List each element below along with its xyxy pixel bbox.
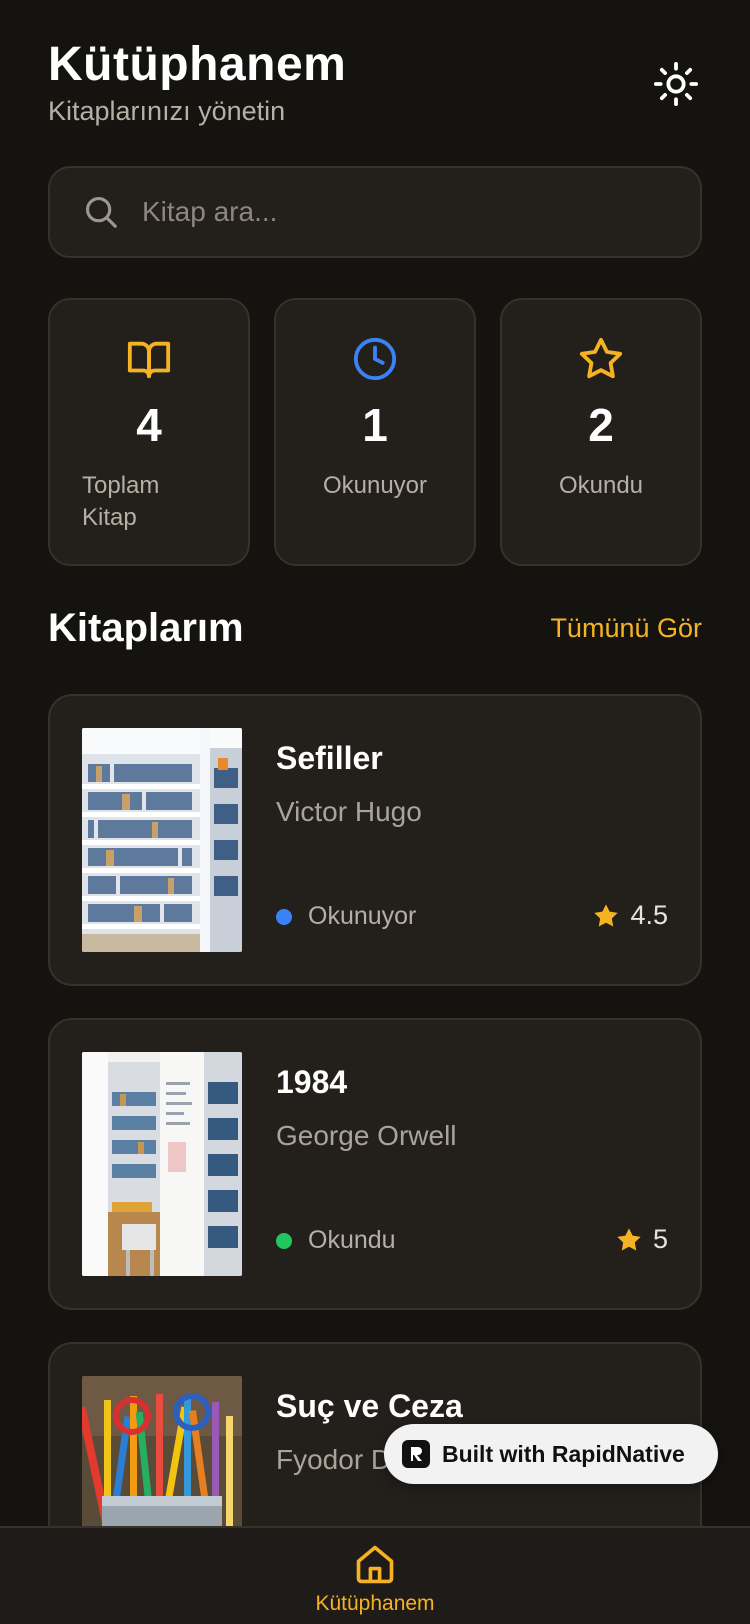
stat-value: 1 [362, 399, 388, 451]
star-filled-icon [594, 903, 619, 926]
stat-card-finished[interactable]: 2 Okundu [500, 298, 702, 566]
see-all-link[interactable]: Tümünü Gör [550, 613, 702, 644]
tab-home[interactable]: Kütüphanem [0, 1542, 750, 1616]
book-author: Victor Hugo [276, 796, 422, 827]
book-rating: 4.5 [592, 900, 668, 931]
status-label: Okundu [308, 1226, 396, 1254]
book-title: Sefiller [276, 740, 383, 776]
stat-card-reading[interactable]: 1 Okunuyor [274, 298, 476, 566]
theme-toggle-button[interactable] [650, 58, 702, 110]
page-title: Kütüphanem [48, 38, 347, 91]
built-with-badge[interactable]: Built with RapidNative [384, 1424, 718, 1484]
book-card[interactable]: Sefiller Victor Hugo Okunuyor 4.5 [48, 694, 702, 986]
rating-value: 5 [652, 1224, 668, 1254]
book-cover-image [82, 728, 242, 952]
page-subtitle: Kitaplarınızı yönetin [48, 96, 286, 126]
search-bar[interactable] [48, 166, 702, 258]
rapidnative-logo-icon [402, 1440, 430, 1468]
sun-icon [653, 61, 699, 107]
book-rating: 5 [615, 1224, 668, 1255]
page-header: Kütüphanem Kitaplarınızı yönetin [48, 36, 346, 127]
book-open-icon [127, 341, 171, 379]
stat-card-total[interactable]: 4 Toplam Kitap [48, 298, 250, 566]
status-dot [276, 1232, 292, 1249]
stat-label: Okunuyor [322, 472, 428, 499]
book-status: Okunuyor [276, 902, 416, 931]
section-header: Kitaplarım Tümünü Gör [48, 606, 702, 651]
stat-label: Okundu [558, 472, 644, 499]
stat-value: 2 [588, 399, 614, 451]
book-author: George Orwell [276, 1120, 457, 1151]
search-input[interactable] [142, 196, 662, 228]
status-dot [276, 908, 292, 925]
book-title: Suç ve Ceza [276, 1388, 463, 1424]
book-status: Okundu [276, 1226, 396, 1255]
book-card[interactable]: 1984 George Orwell Okundu 5 [48, 1018, 702, 1310]
book-title: 1984 [276, 1064, 348, 1100]
tab-home-label: Kütüphanem [315, 1592, 435, 1615]
badge-label: Built with RapidNative [442, 1440, 685, 1467]
star-icon [579, 337, 623, 379]
search-icon [85, 196, 117, 228]
book-cover-image [82, 1052, 242, 1276]
clock-icon [353, 337, 397, 381]
stats-row: 4 Toplam Kitap 1 Okunuyor 2 Okundu [48, 298, 702, 566]
section-title: Kitaplarım [48, 606, 244, 650]
bottom-tab-bar: Kütüphanem [0, 1526, 750, 1624]
status-label: Okunuyor [308, 902, 417, 930]
home-icon [356, 1545, 394, 1584]
stat-value: 4 [136, 399, 162, 451]
rating-value: 4.5 [630, 900, 668, 930]
stat-label: Toplam Kitap [82, 472, 160, 531]
library-screen: Kütüphanem Kitaplarınızı yönetin 4 To [0, 0, 750, 1624]
star-filled-icon [617, 1227, 641, 1250]
